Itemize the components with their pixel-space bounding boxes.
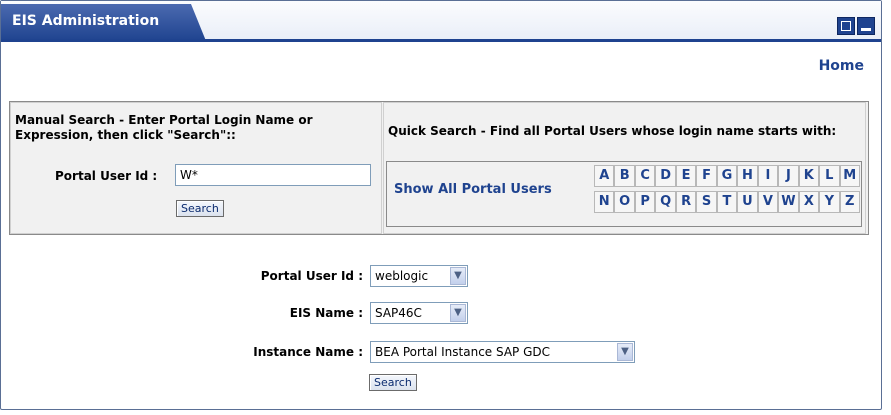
letter-link-x[interactable]: X: [798, 191, 820, 213]
eis-name-select[interactable]: SAP46C ▼: [370, 302, 468, 324]
letter-link-v[interactable]: V: [757, 191, 779, 213]
eis-admin-portlet: EIS Administration Home Manual Search - …: [0, 0, 882, 410]
letter-link-l[interactable]: L: [819, 165, 840, 187]
assign-search-button[interactable]: Search: [369, 374, 417, 391]
letter-link-k[interactable]: K: [798, 165, 820, 187]
titlebar-divider: [1, 39, 881, 42]
letter-link-h[interactable]: H: [737, 165, 758, 187]
manual-search-section: Manual Search - Enter Portal Login Name …: [10, 102, 382, 234]
letter-link-i[interactable]: I: [757, 165, 779, 187]
maximize-icon[interactable]: [837, 17, 855, 35]
letter-link-j[interactable]: J: [778, 165, 799, 187]
user-id-label: Portal User Id :: [260, 269, 363, 283]
show-all-users-link[interactable]: Show All Portal Users: [394, 182, 552, 197]
portlet-title: EIS Administration: [12, 13, 160, 29]
instance-name-value: BEA Portal Instance SAP GDC: [375, 345, 551, 359]
portlet-titlebar: EIS Administration: [1, 1, 881, 42]
eis-name-row: EIS Name :: [101, 302, 363, 324]
quick-search-section: Quick Search - Find all Portal Users who…: [383, 102, 866, 234]
manual-user-id-input[interactable]: [175, 164, 371, 186]
letter-link-y[interactable]: Y: [819, 191, 840, 213]
chevron-down-icon[interactable]: ▼: [617, 343, 633, 361]
letter-link-b[interactable]: B: [614, 165, 635, 187]
letter-link-r[interactable]: R: [675, 191, 697, 213]
eis-name-label: EIS Name :: [289, 306, 363, 320]
letter-link-o[interactable]: O: [614, 191, 635, 213]
search-panel: Manual Search - Enter Portal Login Name …: [9, 101, 869, 235]
minimize-icon[interactable]: [857, 17, 875, 35]
user-id-select[interactable]: weblogic ▼: [370, 265, 468, 287]
letter-link-w[interactable]: W: [778, 191, 799, 213]
chevron-down-icon[interactable]: ▼: [450, 267, 466, 285]
user-id-value: weblogic: [375, 269, 429, 283]
portlet-title-tab: EIS Administration: [1, 4, 206, 41]
quick-search-title: Quick Search - Find all Portal Users who…: [388, 124, 837, 138]
chevron-down-icon[interactable]: ▼: [450, 304, 466, 322]
letter-link-t[interactable]: T: [716, 191, 738, 213]
letter-link-c[interactable]: C: [634, 165, 656, 187]
instance-name-label: Instance Name :: [253, 345, 363, 359]
letters-box: Show All Portal Users A B C D E F G H I …: [386, 161, 862, 227]
manual-search-title: Manual Search - Enter Portal Login Name …: [15, 113, 313, 142]
manual-search-button[interactable]: Search: [176, 200, 224, 217]
letter-link-g[interactable]: G: [716, 165, 738, 187]
letter-links: A B C D E F G H I J K L M N O P Q R S T …: [594, 165, 860, 213]
letter-link-z[interactable]: Z: [839, 191, 860, 213]
letter-link-s[interactable]: S: [696, 191, 717, 213]
letter-link-m[interactable]: M: [839, 165, 860, 187]
eis-name-value: SAP46C: [375, 306, 422, 320]
letter-link-p[interactable]: P: [634, 191, 656, 213]
letter-link-f[interactable]: F: [696, 165, 717, 187]
user-id-row: Portal User Id :: [101, 265, 363, 287]
instance-name-select[interactable]: BEA Portal Instance SAP GDC ▼: [370, 341, 635, 363]
letter-link-e[interactable]: E: [675, 165, 697, 187]
instance-row: Instance Name :: [101, 341, 363, 363]
manual-user-id-label: Portal User Id :: [55, 169, 158, 183]
home-link[interactable]: Home: [819, 58, 864, 74]
window-controls: [837, 17, 875, 35]
letter-link-d[interactable]: D: [655, 165, 676, 187]
letter-link-q[interactable]: Q: [655, 191, 676, 213]
letter-link-n[interactable]: N: [594, 191, 615, 213]
letter-link-u[interactable]: U: [737, 191, 758, 213]
letter-link-a[interactable]: A: [594, 165, 615, 187]
